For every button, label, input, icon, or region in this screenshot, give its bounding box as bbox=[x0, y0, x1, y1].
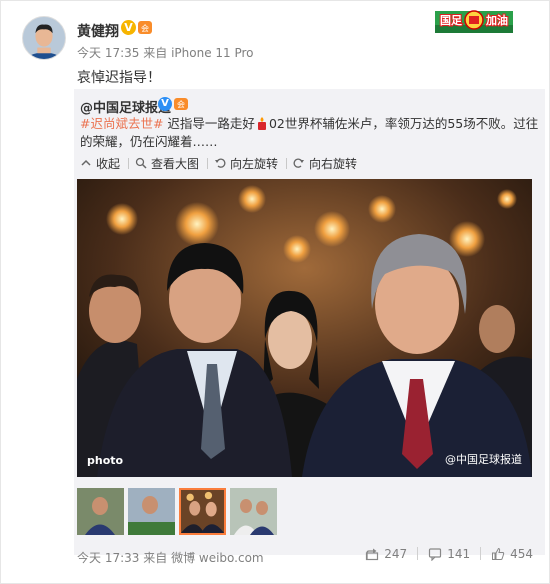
thumbnail-image bbox=[128, 488, 175, 535]
post-text: 哀悼迟指导！ bbox=[77, 70, 161, 86]
toolbar-divider bbox=[207, 157, 209, 169]
repost-author[interactable]: @中国足球报道 bbox=[80, 97, 171, 116]
collapse-icon bbox=[81, 159, 91, 166]
view-large-button[interactable]: 查看大图 bbox=[135, 155, 199, 172]
svg-text:会: 会 bbox=[141, 23, 149, 33]
repost-time[interactable]: 今天 17:33 bbox=[77, 551, 139, 565]
comment-count: 141 bbox=[447, 547, 471, 561]
repost-source: 微博 weibo.com bbox=[171, 551, 264, 565]
action-divider bbox=[417, 547, 419, 560]
magnifier-icon bbox=[135, 157, 147, 169]
collapse-button[interactable]: 收起 bbox=[80, 155, 120, 172]
thumbs-up-icon bbox=[492, 547, 505, 560]
verified-blue-icon: V bbox=[158, 97, 172, 111]
svg-text:加油: 加油 bbox=[485, 13, 508, 27]
action-divider bbox=[480, 547, 482, 560]
comment-icon bbox=[429, 548, 442, 561]
photo-watermark-right: @中国足球报道 bbox=[445, 453, 522, 466]
photo-image bbox=[77, 179, 532, 477]
repost-meta: 今天 17:33 来自 微博 weibo.com bbox=[77, 549, 264, 566]
share-button[interactable]: 247 bbox=[365, 547, 407, 561]
post-source: iPhone 11 Pro bbox=[171, 46, 254, 60]
svg-text:国足: 国足 bbox=[440, 14, 463, 27]
share-count: 247 bbox=[384, 547, 408, 561]
candle-emoji-icon bbox=[257, 117, 266, 130]
rotate-left-icon bbox=[215, 158, 226, 168]
rotate-right-label: 向右旋转 bbox=[309, 156, 358, 171]
thumbnail-strip bbox=[77, 488, 281, 535]
photo-watermark-left: photo bbox=[87, 454, 124, 467]
rotate-right-icon bbox=[293, 158, 305, 168]
thumbnail-image bbox=[77, 488, 124, 535]
toolbar-divider bbox=[286, 157, 288, 169]
thumbnail-image bbox=[230, 488, 277, 535]
thumbnail-image bbox=[181, 490, 224, 533]
rotate-right-button[interactable]: 向右旋转 bbox=[293, 155, 357, 172]
thumbnail-3[interactable] bbox=[179, 488, 226, 535]
author-avatar[interactable] bbox=[22, 16, 66, 60]
member-level-icon: 会 bbox=[138, 21, 152, 34]
hashtag-link[interactable]: #迟尚斌去世# bbox=[80, 116, 163, 131]
member-level-icon: 会 bbox=[174, 98, 188, 110]
weibo-card: 黄健翔 V 会 今天 17:35 来自 iPhone 11 Pro 哀悼迟指导！… bbox=[0, 0, 550, 584]
like-count: 454 bbox=[510, 547, 533, 561]
svg-text:会: 会 bbox=[177, 99, 185, 109]
like-button[interactable]: 454 bbox=[491, 547, 533, 561]
guocheng-jiayou-badge-icon: 国足 加油 bbox=[435, 10, 513, 33]
verified-yellow-icon: V bbox=[121, 20, 136, 35]
view-large-label: 查看大图 bbox=[151, 156, 200, 171]
repost-actions: 247 141 454 bbox=[355, 547, 533, 561]
post-meta: 今天 17:35 来自 iPhone 11 Pro bbox=[77, 44, 254, 61]
rotate-left-label: 向左旋转 bbox=[230, 156, 279, 171]
thumbnail-1[interactable] bbox=[77, 488, 124, 535]
post-time[interactable]: 今天 17:35 bbox=[77, 46, 139, 60]
collapse-label: 收起 bbox=[96, 156, 121, 171]
comment-button[interactable]: 141 bbox=[428, 547, 470, 561]
author-name[interactable]: 黄健翔 bbox=[77, 21, 119, 41]
thumbnail-2[interactable] bbox=[128, 488, 175, 535]
image-toolbar: 收起 查看大图 向左旋转 向右旋转 bbox=[80, 155, 363, 171]
repost-box: @中国足球报道 V 会 #迟尚斌去世# 迟指导一路走好 02世界杯辅佐米卢，率领万… bbox=[74, 89, 545, 565]
repost-text-part1: 迟指导一路走好 bbox=[163, 116, 255, 131]
thumbnail-4[interactable] bbox=[230, 488, 277, 535]
share-icon bbox=[366, 548, 379, 561]
rotate-left-button[interactable]: 向左旋转 bbox=[214, 155, 278, 172]
avatar-image bbox=[23, 17, 65, 59]
post-source-prefix: 来自 bbox=[143, 46, 168, 60]
main-photo[interactable]: photo @中国足球报道 bbox=[77, 179, 532, 477]
toolbar-divider bbox=[128, 157, 130, 169]
repost-text: #迟尚斌去世# 迟指导一路走好 02世界杯辅佐米卢，率领万达的55场不败。过往的荣… bbox=[80, 115, 540, 151]
repost-source-prefix: 来自 bbox=[143, 551, 168, 565]
